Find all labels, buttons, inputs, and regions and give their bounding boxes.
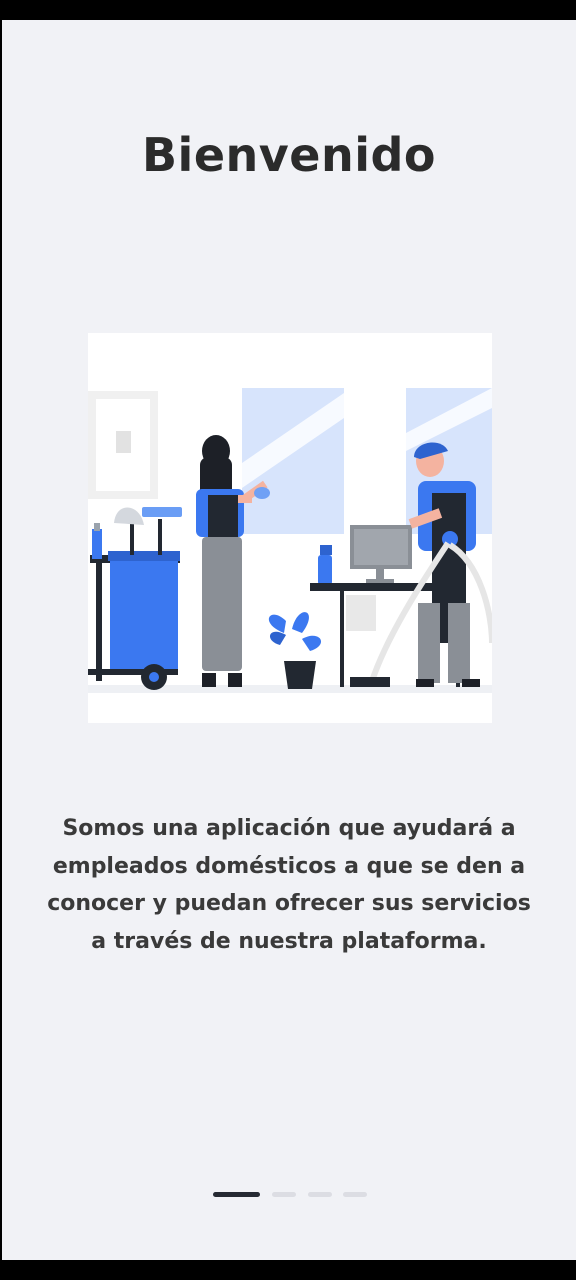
onboarding-description: Somos una aplicación que ayudará a emple…	[47, 816, 531, 954]
page-dot-active	[213, 1192, 260, 1197]
navigation-bar	[0, 1260, 576, 1280]
page-indicator	[212, 1192, 372, 1200]
onboarding-screen[interactable]: Bienvenido Somos una aplicación que ayud…	[2, 20, 576, 1260]
cleaning-staff-illustration	[88, 333, 492, 723]
page-dot	[272, 1192, 296, 1197]
page-title: Bienvenido	[141, 128, 436, 182]
status-bar	[0, 0, 576, 20]
page-dot	[343, 1192, 367, 1197]
page-dot	[308, 1192, 332, 1197]
